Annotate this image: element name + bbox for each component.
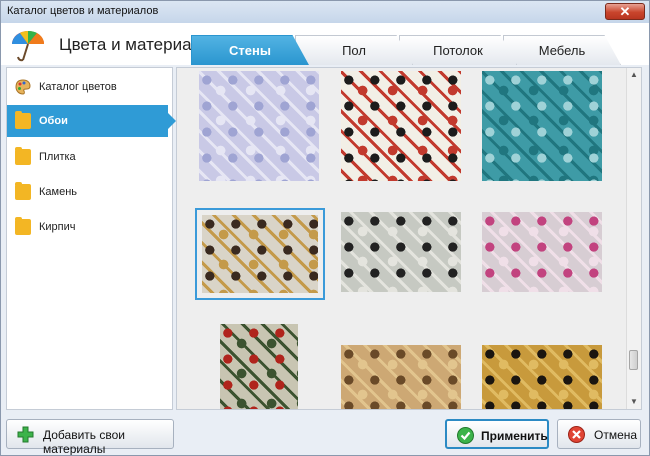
title-bar: Каталог цветов и материалов ✕ — [1, 1, 649, 24]
tab-floor[interactable]: Пол — [295, 35, 413, 65]
tab-furniture[interactable]: Мебель — [503, 35, 621, 65]
cancel-button[interactable]: Отмена — [557, 419, 641, 449]
category-sidebar: Каталог цветов Обои Плитка Камень Кирпич — [6, 67, 176, 410]
sidebar-item-label: Камень — [39, 186, 78, 198]
apply-label: Применить — [481, 429, 548, 443]
folder-icon — [15, 147, 31, 165]
material-swatch[interactable] — [482, 345, 602, 409]
add-materials-label: Добавить свои материалы — [43, 428, 125, 456]
sidebar-item-color-catalog[interactable]: Каталог цветов — [7, 71, 172, 103]
material-swatch[interactable] — [341, 71, 461, 181]
vertical-scrollbar[interactable]: ▲ ▼ — [626, 68, 641, 409]
material-swatch[interactable] — [482, 71, 602, 181]
tab-walls[interactable]: Стены — [191, 35, 309, 65]
folder-icon — [15, 217, 31, 235]
folder-icon — [15, 111, 31, 129]
material-swatch[interactable] — [341, 212, 461, 292]
material-swatch[interactable] — [199, 71, 319, 181]
red-cancel-icon — [568, 426, 585, 443]
green-check-icon — [457, 427, 474, 444]
folder-icon — [15, 182, 31, 200]
palette-icon — [15, 79, 31, 95]
sidebar-item-brick[interactable]: Кирпич — [7, 211, 172, 243]
sidebar-item-wallpaper[interactable]: Обои — [7, 105, 176, 137]
sidebar-item-label: Кирпич — [39, 221, 76, 233]
scroll-up-arrow-icon[interactable]: ▲ — [627, 68, 641, 82]
sidebar-item-label: Плитка — [39, 151, 76, 163]
scroll-thumb[interactable] — [629, 350, 638, 370]
material-swatch[interactable] — [341, 345, 461, 409]
sidebar-item-stone[interactable]: Камень — [7, 176, 172, 208]
sidebar-item-label: Каталог цветов — [39, 81, 117, 93]
green-plus-icon — [17, 426, 34, 443]
window-title: Каталог цветов и материалов — [7, 5, 159, 17]
apply-button[interactable]: Применить — [445, 419, 549, 449]
sidebar-item-tile[interactable]: Плитка — [7, 141, 172, 173]
material-gallery: ▲ ▼ — [176, 67, 642, 410]
dialog-window: Каталог цветов и материалов ✕ Цвета и ма… — [0, 0, 650, 456]
tab-ceiling[interactable]: Потолок — [399, 35, 517, 65]
cancel-label: Отмена — [594, 428, 638, 442]
add-materials-button[interactable]: Добавить свои материалы — [6, 419, 174, 455]
page-title: Цвета и материалы — [59, 35, 214, 54]
scroll-down-arrow-icon[interactable]: ▼ — [627, 395, 641, 409]
material-swatch[interactable] — [482, 212, 602, 292]
close-button[interactable]: ✕ — [605, 3, 645, 20]
sidebar-item-label: Обои — [39, 115, 68, 127]
material-swatch-selected[interactable] — [195, 208, 325, 300]
umbrella-palette-icon — [12, 30, 45, 62]
material-swatch[interactable] — [220, 324, 298, 409]
